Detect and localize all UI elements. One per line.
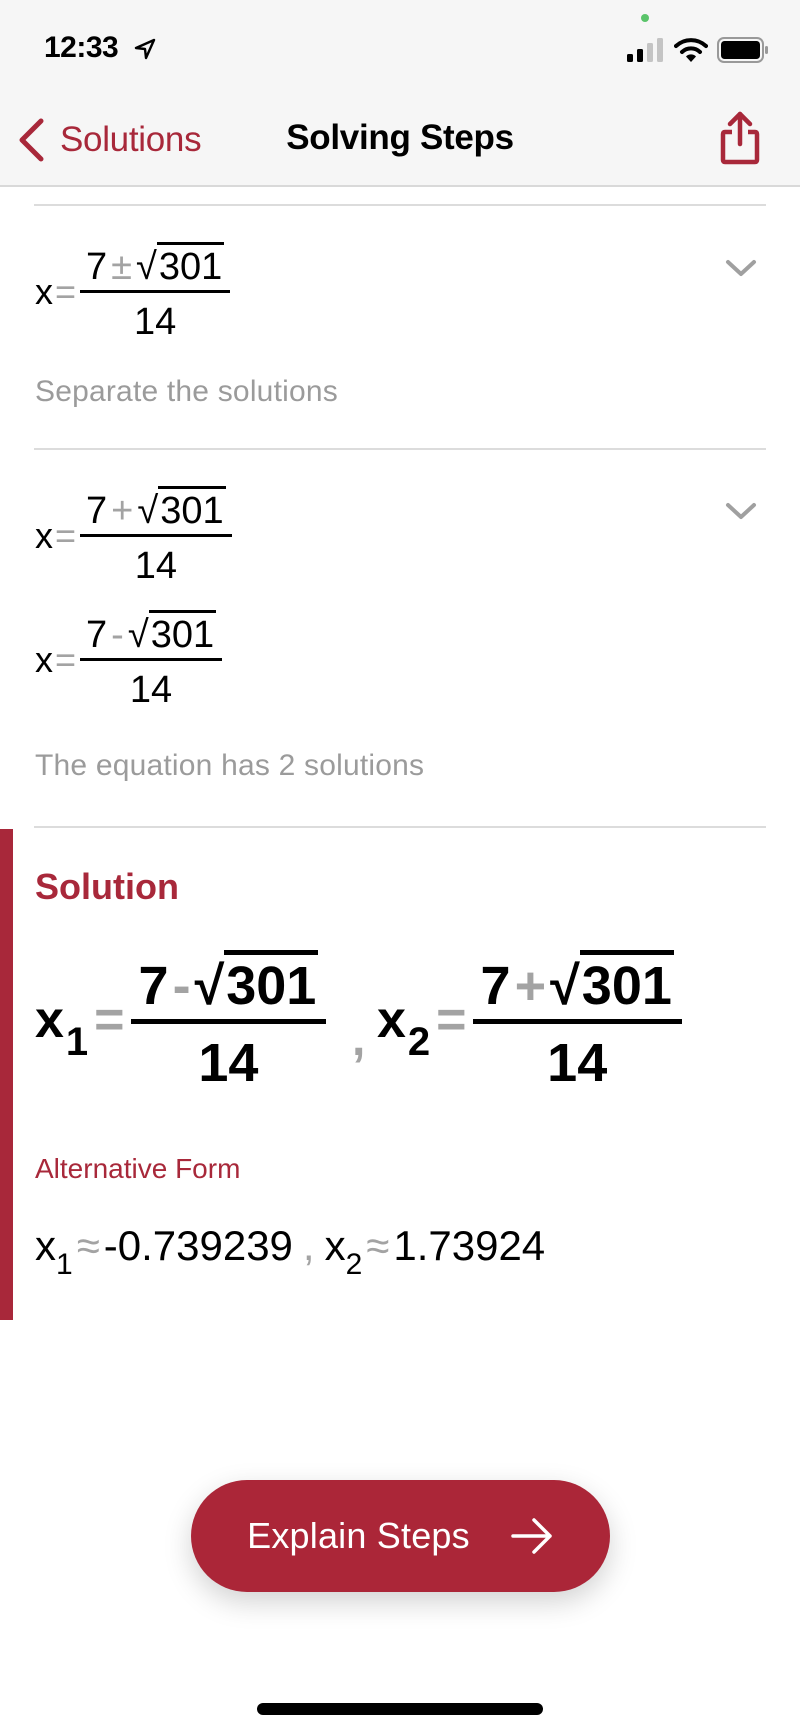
subscript: 1 — [56, 1248, 73, 1281]
separator: , — [302, 1222, 315, 1269]
radicand: 301 — [158, 486, 226, 530]
numerator-term: 7 — [86, 614, 108, 656]
battery-icon — [717, 37, 768, 63]
step-2-description: The equation has 2 solutions — [35, 749, 425, 782]
denominator: 14 — [134, 545, 177, 587]
radical-sign: √ — [137, 490, 159, 532]
denominator: 14 — [129, 669, 173, 711]
fraction: 7 - √ 301 14 — [80, 610, 223, 711]
fraction: 7 + √ 301 14 — [472, 950, 682, 1093]
alternative-form-title: Alternative Form — [35, 1153, 241, 1184]
privacy-indicator-dot — [641, 14, 649, 22]
minus-operator: - — [111, 614, 124, 656]
numerator: 7 ± √ 301 — [80, 242, 230, 290]
numerator: 7 + √ 301 — [473, 950, 682, 1019]
solution-title: Solution — [35, 866, 179, 907]
variable: x — [35, 1222, 56, 1269]
plus-minus-operator: ± — [111, 246, 133, 288]
numerator-term: 7 — [480, 956, 511, 1016]
denominator: 14 — [198, 1033, 259, 1093]
square-root: √ 301 — [550, 950, 674, 1013]
radicand: 301 — [579, 950, 674, 1013]
radical-sign: √ — [194, 956, 225, 1016]
status-time: 12:33 — [44, 31, 119, 64]
page-title: Solving Steps — [286, 118, 514, 157]
numerator-term: 7 — [86, 490, 108, 532]
square-root: √ 301 — [195, 950, 319, 1013]
square-root: √ 301 — [127, 610, 217, 656]
chevron-down-icon[interactable] — [724, 501, 758, 523]
step-2-equation-2: x = 7 - √ 301 14 — [35, 610, 223, 711]
radical-sign: √ — [136, 246, 157, 288]
fraction: 7 ± √ 301 14 — [80, 242, 231, 343]
step-divider — [34, 448, 766, 450]
denominator: 14 — [547, 1033, 608, 1093]
solution-x2: x 2 = 7 + √ 301 14 — [377, 950, 682, 1090]
step-1-description: Separate the solutions — [35, 375, 338, 408]
step-1-equation: x = 7 ± √ 301 14 — [35, 242, 231, 343]
solution-separator: , — [352, 1013, 366, 1066]
explain-steps-label: Explain Steps — [247, 1515, 470, 1556]
variable: x — [35, 991, 64, 1049]
variable: x — [35, 514, 53, 556]
radical-sign: √ — [550, 956, 580, 1016]
plus-operator: + — [514, 956, 547, 1016]
cellular-signal-icon — [627, 38, 663, 62]
arrow-right-icon — [511, 1518, 552, 1554]
variable: x — [377, 991, 406, 1049]
equals-sign: = — [436, 991, 467, 1049]
equals-sign: = — [55, 514, 77, 556]
radicand: 301 — [156, 242, 225, 286]
solution-x1: x 1 = 7 - √ 301 14 — [35, 950, 327, 1093]
minus-operator: - — [172, 956, 191, 1016]
denominator: 14 — [134, 301, 177, 343]
radicand: 301 — [224, 950, 319, 1013]
chevron-down-icon[interactable] — [724, 258, 758, 280]
solution-accent-bar — [0, 829, 13, 1320]
alternative-form-values: x 1 ≈ -0.739239 , x 2 ≈ 1.73924 — [35, 1222, 546, 1281]
subscript: 2 — [345, 1248, 363, 1281]
step-divider — [34, 204, 766, 206]
location-arrow-icon — [134, 38, 156, 60]
radicand: 301 — [148, 610, 217, 654]
numerator: 7 - √ 301 — [131, 950, 327, 1019]
share-icon[interactable] — [716, 110, 764, 166]
approx-sign: ≈ — [76, 1222, 100, 1269]
numerator-term: 7 — [138, 956, 169, 1016]
explain-steps-button[interactable]: Explain Steps — [191, 1480, 610, 1592]
numerator-term: 7 — [86, 246, 108, 288]
equals-sign: = — [55, 638, 77, 680]
approx-sign: ≈ — [366, 1222, 390, 1269]
x2-approx-value: 1.73924 — [393, 1222, 546, 1269]
plus-operator: + — [111, 490, 134, 532]
home-indicator[interactable] — [257, 1703, 543, 1715]
wifi-icon — [674, 38, 708, 62]
equals-sign: = — [94, 991, 125, 1049]
step-2-equation-1: x = 7 + √ 301 14 — [35, 486, 232, 585]
fraction: 7 - √ 301 14 — [130, 950, 327, 1093]
equals-sign: = — [55, 270, 77, 312]
variable: x — [35, 638, 53, 680]
variable: x — [324, 1222, 346, 1269]
radical-sign: √ — [127, 614, 149, 656]
subscript: 1 — [65, 1019, 89, 1064]
variable: x — [35, 270, 53, 312]
x1-approx-value: -0.739239 — [103, 1222, 293, 1269]
fraction: 7 + √ 301 14 — [80, 486, 232, 585]
numerator: 7 + √ 301 — [80, 486, 232, 534]
step-divider — [34, 826, 766, 828]
square-root: √ 301 — [136, 242, 225, 288]
numerator: 7 - √ 301 — [80, 610, 222, 658]
square-root: √ 301 — [137, 486, 226, 532]
subscript: 2 — [407, 1019, 431, 1064]
top-bar: 12:33 Solutions Solving Steps — [0, 0, 800, 187]
